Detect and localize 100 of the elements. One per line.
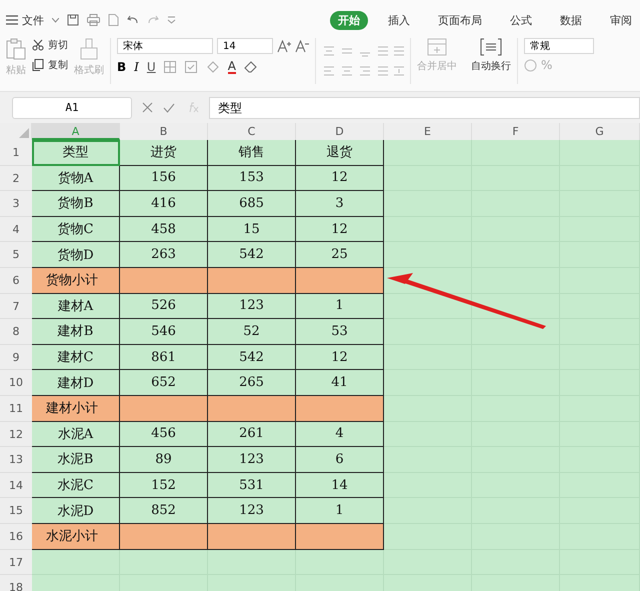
table-cell[interactable]: 41 xyxy=(296,370,384,396)
table-cell[interactable]: 12 xyxy=(296,166,384,192)
caret-icon[interactable] xyxy=(52,18,59,22)
row-header[interactable]: 1 xyxy=(0,140,32,166)
table-cell[interactable]: 546 xyxy=(120,319,208,345)
table-cell[interactable]: 进货 xyxy=(120,140,208,166)
table-cell[interactable] xyxy=(120,268,208,294)
table-cell[interactable] xyxy=(208,268,296,294)
confirm-icon[interactable] xyxy=(163,102,175,112)
brush-icon[interactable] xyxy=(80,38,98,60)
ribbon-tab[interactable]: 开始 xyxy=(330,10,368,30)
row-header[interactable]: 16 xyxy=(0,524,32,550)
table-cell[interactable]: 685 xyxy=(208,191,296,217)
row-header[interactable]: 18 xyxy=(0,575,32,591)
table-cell[interactable]: 52 xyxy=(208,319,296,345)
table-cell[interactable] xyxy=(208,524,296,550)
table-cell[interactable]: 53 xyxy=(296,319,384,345)
row-header[interactable]: 12 xyxy=(0,422,32,448)
shrink-font-icon[interactable] xyxy=(295,40,309,52)
eraser-icon[interactable] xyxy=(244,61,257,73)
table-cell[interactable] xyxy=(296,396,384,422)
table-cell[interactable]: 建材C xyxy=(32,344,120,370)
cancel-icon[interactable] xyxy=(142,102,153,113)
table-cell[interactable] xyxy=(120,396,208,422)
table-cell[interactable]: 水泥C xyxy=(32,472,120,498)
italic-button[interactable]: I xyxy=(134,60,139,74)
table-cell[interactable]: 526 xyxy=(120,294,208,320)
column-header[interactable]: E xyxy=(384,123,472,140)
table-cell[interactable]: 货物B xyxy=(32,191,120,217)
table-cell[interactable]: 123 xyxy=(208,294,296,320)
table-cell[interactable]: 水泥B xyxy=(32,447,120,473)
wrap-text-icon[interactable] xyxy=(480,38,502,56)
table-cell[interactable]: 156 xyxy=(120,166,208,192)
row-header[interactable]: 14 xyxy=(0,472,32,498)
table-cell[interactable]: 652 xyxy=(120,370,208,396)
copy-icon[interactable] xyxy=(32,59,44,71)
column-header[interactable]: D xyxy=(296,123,384,140)
table-cell[interactable]: 458 xyxy=(120,216,208,242)
undo-icon[interactable] xyxy=(127,15,139,25)
table-cell[interactable] xyxy=(208,396,296,422)
table-cell[interactable]: 水泥A xyxy=(32,422,120,448)
select-all-icon[interactable] xyxy=(19,128,29,138)
table-cell[interactable]: 89 xyxy=(120,447,208,473)
paste-icon[interactable] xyxy=(6,38,26,60)
border-icon[interactable] xyxy=(164,61,177,73)
more-icon[interactable] xyxy=(167,16,176,24)
ribbon-tab[interactable]: 页面布局 xyxy=(430,10,490,30)
wrap-text-button[interactable]: 自动换行 xyxy=(471,59,511,73)
table-cell[interactable] xyxy=(296,268,384,294)
row-header[interactable]: 13 xyxy=(0,447,32,473)
table-cell[interactable]: 类型 xyxy=(32,140,120,166)
table-cell[interactable]: 货物A xyxy=(32,166,120,192)
copy-button[interactable]: 复制 xyxy=(48,58,68,72)
table-cell[interactable]: 152 xyxy=(120,472,208,498)
table-cell[interactable]: 水泥D xyxy=(32,498,120,524)
grow-font-icon[interactable] xyxy=(277,40,291,52)
table-cell[interactable]: 1 xyxy=(296,498,384,524)
table-cell[interactable]: 建材A xyxy=(32,294,120,320)
table-cell[interactable]: 6 xyxy=(296,447,384,473)
name-box[interactable]: A1 xyxy=(12,96,132,118)
row-header[interactable]: 11 xyxy=(0,396,32,422)
table-cell[interactable]: 542 xyxy=(208,242,296,268)
table-cell[interactable]: 12 xyxy=(296,216,384,242)
file-menu[interactable]: 文件 xyxy=(22,12,44,28)
row-header[interactable]: 8 xyxy=(0,319,32,345)
table-cell[interactable]: 建材小计 xyxy=(32,396,120,422)
document-icon[interactable] xyxy=(108,14,119,26)
table-cell[interactable]: 退货 xyxy=(296,140,384,166)
table-cell[interactable]: 265 xyxy=(208,370,296,396)
table-cell[interactable]: 货物C xyxy=(32,216,120,242)
row-header[interactable]: 4 xyxy=(0,216,32,242)
column-header[interactable]: B xyxy=(120,123,208,140)
table-cell[interactable]: 123 xyxy=(208,498,296,524)
table-cell[interactable]: 货物D xyxy=(32,242,120,268)
table-cell[interactable]: 4 xyxy=(296,422,384,448)
table-cell[interactable] xyxy=(120,524,208,550)
table-cell[interactable]: 14 xyxy=(296,472,384,498)
row-header[interactable]: 5 xyxy=(0,242,32,268)
table-cell[interactable]: 水泥小计 xyxy=(32,524,120,550)
table-cell[interactable]: 261 xyxy=(208,422,296,448)
row-header[interactable]: 10 xyxy=(0,370,32,396)
row-header[interactable]: 7 xyxy=(0,294,32,320)
number-format-dropdown[interactable]: 常规 xyxy=(524,38,594,54)
row-header[interactable]: 9 xyxy=(0,344,32,370)
ribbon-tab[interactable]: 公式 xyxy=(502,10,540,30)
table-cell[interactable]: 建材B xyxy=(32,319,120,345)
table-cell[interactable]: 12 xyxy=(296,344,384,370)
table-cell[interactable]: 531 xyxy=(208,472,296,498)
table-cell[interactable]: 153 xyxy=(208,166,296,192)
row-header[interactable]: 15 xyxy=(0,498,32,524)
column-header[interactable]: G xyxy=(560,123,640,140)
ribbon-tab[interactable]: 审阅 xyxy=(602,10,640,30)
table-cell[interactable]: 15 xyxy=(208,216,296,242)
table-cell[interactable]: 456 xyxy=(120,422,208,448)
table-cell[interactable]: 25 xyxy=(296,242,384,268)
ribbon-tab[interactable]: 数据 xyxy=(552,10,590,30)
ribbon-tab[interactable]: 插入 xyxy=(380,10,418,30)
menu-icon[interactable] xyxy=(6,15,18,25)
table-cell[interactable]: 货物小计 xyxy=(32,268,120,294)
print-icon[interactable] xyxy=(87,14,100,26)
